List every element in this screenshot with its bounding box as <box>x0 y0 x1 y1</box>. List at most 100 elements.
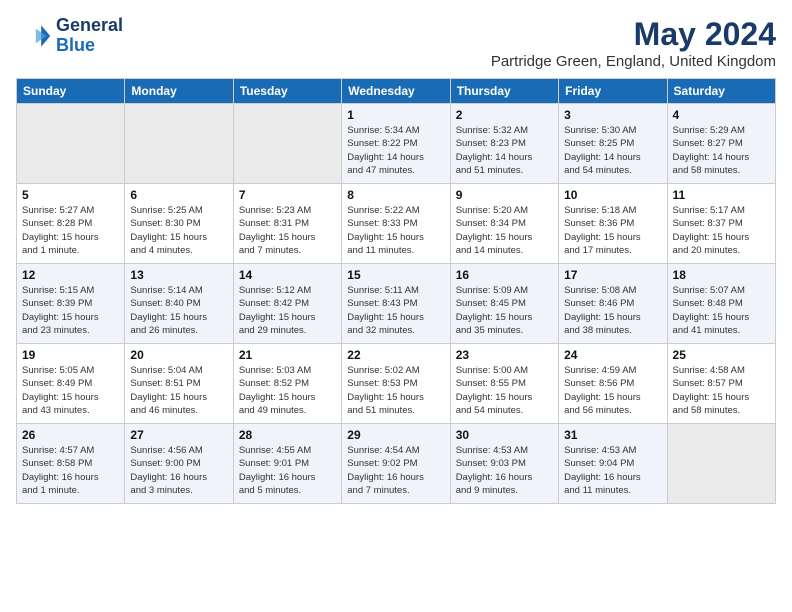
day-number: 5 <box>22 188 119 202</box>
day-info: Sunrise: 4:55 AM Sunset: 9:01 PM Dayligh… <box>239 444 336 497</box>
day-info: Sunrise: 5:15 AM Sunset: 8:39 PM Dayligh… <box>22 284 119 337</box>
calendar-cell: 31 Sunrise: 4:53 AM Sunset: 9:04 PM Dayli… <box>559 424 667 504</box>
day-number: 25 <box>673 348 770 362</box>
day-number: 17 <box>564 268 661 282</box>
page-header: General Blue May 2024 Partridge Green, E… <box>16 16 776 70</box>
calendar-cell: 2 Sunrise: 5:32 AM Sunset: 8:23 PM Daylig… <box>450 104 558 184</box>
day-number: 24 <box>564 348 661 362</box>
weekday-header-wednesday: Wednesday <box>342 79 450 104</box>
weekday-header-saturday: Saturday <box>667 79 775 104</box>
day-info: Sunrise: 4:53 AM Sunset: 9:03 PM Dayligh… <box>456 444 553 497</box>
day-info: Sunrise: 5:08 AM Sunset: 8:46 PM Dayligh… <box>564 284 661 337</box>
day-info: Sunrise: 5:30 AM Sunset: 8:25 PM Dayligh… <box>564 124 661 177</box>
calendar-cell: 25 Sunrise: 4:58 AM Sunset: 8:57 PM Dayli… <box>667 344 775 424</box>
day-info: Sunrise: 5:09 AM Sunset: 8:45 PM Dayligh… <box>456 284 553 337</box>
calendar-cell: 23 Sunrise: 5:00 AM Sunset: 8:55 PM Dayli… <box>450 344 558 424</box>
day-info: Sunrise: 5:04 AM Sunset: 8:51 PM Dayligh… <box>130 364 227 417</box>
calendar-cell: 7Sunrise: 5:23 AM Sunset: 8:31 PM Daylig… <box>233 184 341 264</box>
calendar-cell: 24 Sunrise: 4:59 AM Sunset: 8:56 PM Dayli… <box>559 344 667 424</box>
weekday-header-row: SundayMondayTuesdayWednesdayThursdayFrid… <box>17 79 776 104</box>
logo-icon <box>16 18 52 54</box>
day-info: Sunrise: 5:23 AM Sunset: 8:31 PM Dayligh… <box>239 204 336 257</box>
calendar-cell: 26Sunrise: 4:57 AM Sunset: 8:58 PM Dayli… <box>17 424 125 504</box>
calendar-week-row: 19 Sunrise: 5:05 AM Sunset: 8:49 PM Dayli… <box>17 344 776 424</box>
calendar-cell: 1Sunrise: 5:34 AM Sunset: 8:22 PM Daylig… <box>342 104 450 184</box>
day-number: 6 <box>130 188 227 202</box>
day-number: 22 <box>347 348 444 362</box>
day-info: Sunrise: 5:25 AM Sunset: 8:30 PM Dayligh… <box>130 204 227 257</box>
logo-line2: Blue <box>56 36 123 56</box>
day-number: 11 <box>673 188 770 202</box>
day-info: Sunrise: 4:53 AM Sunset: 9:04 PM Dayligh… <box>564 444 661 497</box>
day-number: 15 <box>347 268 444 282</box>
calendar-week-row: 5Sunrise: 5:27 AM Sunset: 8:28 PM Daylig… <box>17 184 776 264</box>
calendar-cell: 14 Sunrise: 5:12 AM Sunset: 8:42 PM Dayli… <box>233 264 341 344</box>
calendar-cell: 22 Sunrise: 5:02 AM Sunset: 8:53 PM Dayli… <box>342 344 450 424</box>
calendar-table: SundayMondayTuesdayWednesdayThursdayFrid… <box>16 78 776 504</box>
calendar-cell <box>125 104 233 184</box>
day-number: 3 <box>564 108 661 122</box>
calendar-cell: 29 Sunrise: 4:54 AM Sunset: 9:02 PM Dayli… <box>342 424 450 504</box>
weekday-header-monday: Monday <box>125 79 233 104</box>
day-number: 18 <box>673 268 770 282</box>
day-number: 8 <box>347 188 444 202</box>
month-title: May 2024 <box>491 16 776 53</box>
day-info: Sunrise: 5:00 AM Sunset: 8:55 PM Dayligh… <box>456 364 553 417</box>
day-number: 29 <box>347 428 444 442</box>
day-number: 23 <box>456 348 553 362</box>
calendar-cell <box>233 104 341 184</box>
calendar-week-row: 26Sunrise: 4:57 AM Sunset: 8:58 PM Dayli… <box>17 424 776 504</box>
day-info: Sunrise: 4:58 AM Sunset: 8:57 PM Dayligh… <box>673 364 770 417</box>
day-info: Sunrise: 5:12 AM Sunset: 8:42 PM Dayligh… <box>239 284 336 337</box>
calendar-cell: 20 Sunrise: 5:04 AM Sunset: 8:51 PM Dayli… <box>125 344 233 424</box>
calendar-week-row: 12 Sunrise: 5:15 AM Sunset: 8:39 PM Dayli… <box>17 264 776 344</box>
day-info: Sunrise: 5:22 AM Sunset: 8:33 PM Dayligh… <box>347 204 444 257</box>
calendar-week-row: 1Sunrise: 5:34 AM Sunset: 8:22 PM Daylig… <box>17 104 776 184</box>
day-number: 20 <box>130 348 227 362</box>
calendar-cell: 13Sunrise: 5:14 AM Sunset: 8:40 PM Dayli… <box>125 264 233 344</box>
calendar-cell <box>667 424 775 504</box>
day-info: Sunrise: 5:03 AM Sunset: 8:52 PM Dayligh… <box>239 364 336 417</box>
day-number: 12 <box>22 268 119 282</box>
day-number: 28 <box>239 428 336 442</box>
calendar-cell: 17 Sunrise: 5:08 AM Sunset: 8:46 PM Dayli… <box>559 264 667 344</box>
weekday-header-sunday: Sunday <box>17 79 125 104</box>
day-info: Sunrise: 5:29 AM Sunset: 8:27 PM Dayligh… <box>673 124 770 177</box>
day-number: 4 <box>673 108 770 122</box>
day-info: Sunrise: 4:59 AM Sunset: 8:56 PM Dayligh… <box>564 364 661 417</box>
calendar-cell: 11Sunrise: 5:17 AM Sunset: 8:37 PM Dayli… <box>667 184 775 264</box>
day-number: 31 <box>564 428 661 442</box>
day-info: Sunrise: 5:18 AM Sunset: 8:36 PM Dayligh… <box>564 204 661 257</box>
day-number: 2 <box>456 108 553 122</box>
day-number: 9 <box>456 188 553 202</box>
day-info: Sunrise: 4:56 AM Sunset: 9:00 PM Dayligh… <box>130 444 227 497</box>
location-subtitle: Partridge Green, England, United Kingdom <box>491 53 776 70</box>
logo: General Blue <box>16 16 123 56</box>
title-area: May 2024 Partridge Green, England, Unite… <box>491 16 776 70</box>
calendar-cell: 21 Sunrise: 5:03 AM Sunset: 8:52 PM Dayli… <box>233 344 341 424</box>
day-info: Sunrise: 5:20 AM Sunset: 8:34 PM Dayligh… <box>456 204 553 257</box>
calendar-cell: 9 Sunrise: 5:20 AM Sunset: 8:34 PM Daylig… <box>450 184 558 264</box>
calendar-cell: 12 Sunrise: 5:15 AM Sunset: 8:39 PM Dayli… <box>17 264 125 344</box>
calendar-cell: 15 Sunrise: 5:11 AM Sunset: 8:43 PM Dayli… <box>342 264 450 344</box>
day-number: 19 <box>22 348 119 362</box>
calendar-cell: 18 Sunrise: 5:07 AM Sunset: 8:48 PM Dayli… <box>667 264 775 344</box>
day-info: Sunrise: 5:32 AM Sunset: 8:23 PM Dayligh… <box>456 124 553 177</box>
day-info: Sunrise: 5:05 AM Sunset: 8:49 PM Dayligh… <box>22 364 119 417</box>
weekday-header-thursday: Thursday <box>450 79 558 104</box>
day-info: Sunrise: 4:54 AM Sunset: 9:02 PM Dayligh… <box>347 444 444 497</box>
day-info: Sunrise: 5:14 AM Sunset: 8:40 PM Dayligh… <box>130 284 227 337</box>
calendar-cell: 16 Sunrise: 5:09 AM Sunset: 8:45 PM Dayli… <box>450 264 558 344</box>
day-info: Sunrise: 5:07 AM Sunset: 8:48 PM Dayligh… <box>673 284 770 337</box>
day-number: 27 <box>130 428 227 442</box>
calendar-cell: 10Sunrise: 5:18 AM Sunset: 8:36 PM Dayli… <box>559 184 667 264</box>
day-number: 16 <box>456 268 553 282</box>
day-number: 30 <box>456 428 553 442</box>
day-info: Sunrise: 5:11 AM Sunset: 8:43 PM Dayligh… <box>347 284 444 337</box>
calendar-cell: 28 Sunrise: 4:55 AM Sunset: 9:01 PM Dayli… <box>233 424 341 504</box>
day-info: Sunrise: 5:02 AM Sunset: 8:53 PM Dayligh… <box>347 364 444 417</box>
calendar-cell: 30 Sunrise: 4:53 AM Sunset: 9:03 PM Dayli… <box>450 424 558 504</box>
day-number: 21 <box>239 348 336 362</box>
day-number: 14 <box>239 268 336 282</box>
weekday-header-friday: Friday <box>559 79 667 104</box>
